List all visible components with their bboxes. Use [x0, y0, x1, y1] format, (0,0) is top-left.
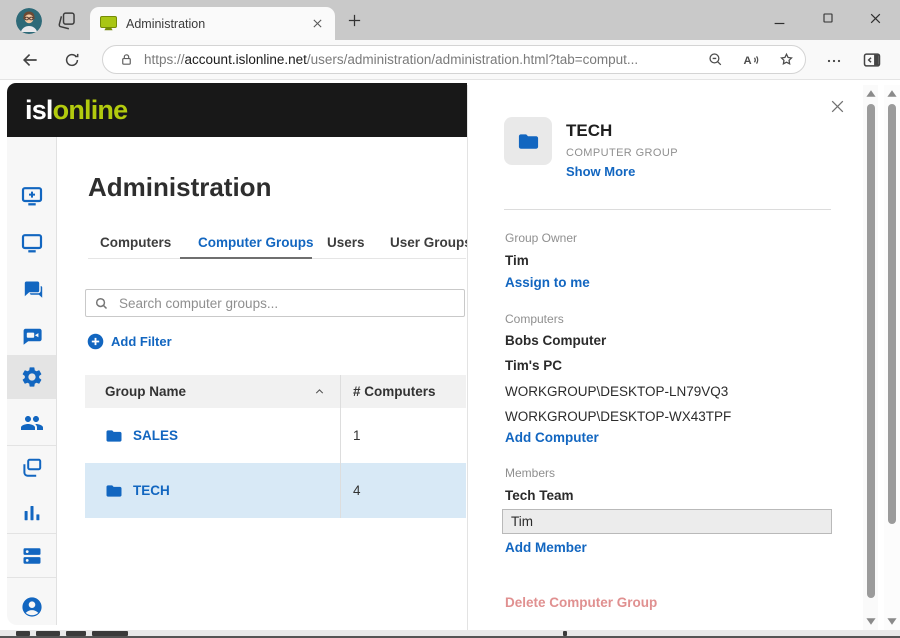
column-header-group-name[interactable]: Group Name — [85, 375, 340, 408]
maximize-icon[interactable] — [822, 12, 834, 24]
tab-computers[interactable]: Computers — [100, 235, 171, 250]
group-computer-count: 4 — [353, 483, 361, 498]
svg-text:A: A — [744, 54, 752, 66]
browser-tabstrip: Administration — [0, 0, 900, 40]
scroll-down-icon[interactable] — [865, 617, 876, 626]
reports-chart-icon[interactable] — [20, 501, 44, 525]
scroll-down-icon[interactable] — [887, 617, 898, 626]
browser-tab-administration[interactable]: Administration — [90, 7, 335, 40]
scroll-up-icon[interactable] — [887, 89, 898, 98]
refresh-icon[interactable] — [63, 51, 81, 69]
add-filter-button[interactable]: Add Filter — [87, 333, 172, 350]
add-filter-label: Add Filter — [111, 334, 172, 349]
lock-icon[interactable] — [119, 52, 134, 67]
computers-label: Computers — [505, 312, 564, 326]
sidebar-divider — [7, 533, 56, 534]
tab-computer-groups[interactable]: Computer Groups — [198, 235, 314, 250]
page-scrollbar[interactable] — [884, 85, 900, 630]
close-icon[interactable] — [869, 12, 882, 25]
add-computer-link[interactable]: Add Computer — [505, 430, 599, 445]
group-name: SALES — [133, 428, 178, 443]
member-item-highlighted[interactable]: Tim — [502, 509, 832, 534]
tab-favicon-monitor — [100, 16, 117, 31]
show-more-link[interactable]: Show More — [566, 164, 635, 179]
panel-type-label: COMPUTER GROUP — [566, 147, 678, 159]
webpage: islonline — [0, 80, 900, 638]
favorite-star-icon[interactable] — [778, 51, 795, 68]
folder-icon — [517, 130, 540, 153]
group-computer-count: 1 — [353, 428, 361, 443]
add-session-icon[interactable] — [20, 184, 44, 208]
browser-profile-avatar[interactable] — [16, 8, 42, 34]
server-icon[interactable] — [20, 544, 44, 568]
table-row-tech[interactable]: TECH 4 — [85, 463, 466, 518]
members-label: Members — [505, 466, 555, 480]
browser-toolbar: https://account.islonline.net/users/admi… — [0, 40, 900, 80]
page-title: Administration — [88, 172, 271, 203]
panel-divider — [504, 209, 831, 210]
back-icon[interactable] — [20, 50, 40, 70]
zoom-out-icon[interactable] — [707, 51, 724, 68]
sidebar-divider — [7, 445, 56, 446]
sidebar-toggle-icon[interactable] — [862, 50, 882, 70]
folder-icon — [105, 427, 123, 445]
islonline-logo: islonline — [25, 95, 127, 126]
computer-groups-table: Group Name # Computers SALES 1 — [85, 375, 466, 518]
app-sidebar — [7, 137, 57, 625]
computer-item: Bobs Computer — [505, 333, 606, 348]
search-input[interactable] — [85, 289, 465, 317]
group-name: TECH — [133, 483, 170, 498]
tab-title: Administration — [126, 17, 310, 31]
app-header: islonline — [7, 83, 467, 137]
member-item: Tech Team — [505, 488, 574, 503]
panel-close-icon[interactable] — [829, 98, 846, 115]
address-bar[interactable]: https://account.islonline.net/users/admi… — [102, 45, 806, 74]
new-tab-icon[interactable] — [347, 13, 362, 28]
computer-item: Tim's PC — [505, 358, 562, 373]
folder-icon — [105, 482, 123, 500]
group-owner-label: Group Owner — [505, 231, 577, 245]
avatar-icon — [16, 8, 42, 34]
plus-circle-icon — [87, 333, 104, 350]
column-header-computers[interactable]: # Computers — [340, 375, 466, 408]
windows-icon[interactable] — [20, 456, 44, 480]
group-avatar-tile — [504, 117, 552, 165]
more-menu-icon[interactable] — [826, 53, 842, 69]
panel-title: TECH — [566, 121, 612, 141]
group-owner-value: Tim — [505, 253, 529, 268]
sort-ascending-icon — [313, 385, 326, 398]
settings-gear-icon[interactable] — [20, 365, 44, 389]
minimize-icon[interactable] — [773, 17, 786, 30]
scroll-up-icon[interactable] — [865, 89, 876, 98]
assign-to-me-link[interactable]: Assign to me — [505, 275, 590, 290]
table-header-row: Group Name # Computers — [85, 375, 466, 408]
delete-computer-group-link[interactable]: Delete Computer Group — [505, 595, 657, 610]
computer-item: WORKGROUP\DESKTOP-WX43TPF — [505, 409, 731, 424]
active-tab-underline — [180, 257, 312, 259]
scrollbar-thumb[interactable] — [888, 104, 896, 524]
scrollbar-thumb[interactable] — [867, 104, 875, 598]
table-row-sales[interactable]: SALES 1 — [85, 408, 466, 463]
detail-panel: TECH COMPUTER GROUP Show More Group Owne… — [467, 85, 900, 630]
panel-scrollbar[interactable] — [863, 85, 878, 630]
tab-close-icon[interactable] — [310, 16, 325, 31]
chat-icon[interactable] — [20, 278, 44, 302]
video-call-icon[interactable] — [20, 324, 44, 348]
workspaces-icon[interactable] — [56, 10, 77, 31]
sidebar-divider — [7, 577, 56, 578]
url-text: https://account.islonline.net/users/admi… — [144, 52, 689, 67]
account-icon[interactable] — [20, 595, 44, 619]
add-member-link[interactable]: Add Member — [505, 540, 587, 555]
tab-user-groups[interactable]: User Groups — [390, 235, 472, 250]
computers-icon[interactable] — [20, 231, 44, 255]
tab-users[interactable]: Users — [327, 235, 365, 250]
read-aloud-icon[interactable]: A — [742, 51, 760, 69]
users-icon[interactable] — [20, 411, 44, 435]
computer-item: WORKGROUP\DESKTOP-LN79VQ3 — [505, 384, 728, 399]
